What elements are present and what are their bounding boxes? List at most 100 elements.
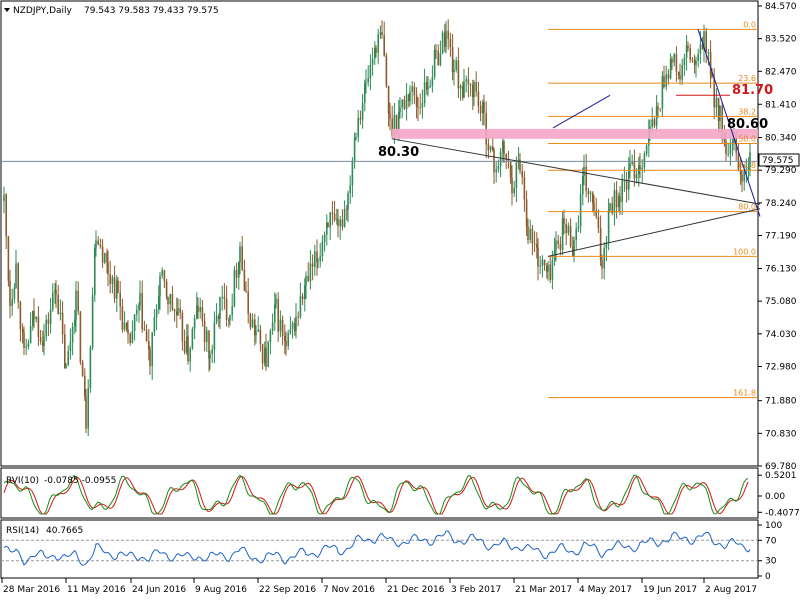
candle-body [165,281,168,298]
candle-body [353,137,356,162]
candle-body [23,332,25,348]
candle-body [385,55,388,86]
candle-body [411,86,413,92]
candle-body [495,169,497,173]
candle-body [55,289,57,295]
rsi-title: RSI(14) [6,526,39,536]
candle-body [459,86,462,89]
candle-body [419,107,421,109]
candle-body [613,190,616,214]
candle-body [257,329,259,332]
candle-body [511,177,513,194]
price-tick-label: 75.080 [765,297,797,307]
candle-body [323,234,326,242]
time-tick-label: 2 Aug 2017 [705,585,757,595]
candle-body [567,225,570,234]
time-tick-label: 4 May 2017 [579,585,632,595]
candle-body [371,58,374,65]
candle-body [651,119,653,127]
candle-body [549,264,551,280]
candle-body [11,299,13,307]
candle-body [299,296,302,317]
current-price-label: 79.575 [762,156,794,166]
candle-body [59,312,62,315]
candle-body [171,294,174,310]
candle-body [21,328,24,333]
candle-body [715,97,718,108]
candle-body [635,174,638,179]
candle-body [259,329,262,345]
candle-body [343,208,346,227]
annotation-81-70: 81.70 [732,83,773,98]
candle-body [563,218,565,224]
candle-body [717,97,720,121]
candle-body [35,316,37,320]
candle-body [65,364,67,368]
candle-body [555,240,557,251]
candle-body [547,264,549,272]
candle-body [69,342,72,352]
symbol-label: NZDJPY,Daily [13,6,73,16]
candle-body [155,308,158,318]
candle-body [339,219,341,227]
candle-body [573,240,575,256]
candle-body [189,348,191,362]
rvi-values: -0.0785 -0.0955 [44,476,116,486]
candle-body [527,226,529,240]
candle-body [365,82,367,84]
candle-body [593,202,595,211]
price-tick-label: 74.030 [765,330,797,340]
candle-body [719,105,721,121]
rsi-tick-label: 100 [765,521,782,531]
candle-body [489,146,492,151]
candle-body [113,277,116,299]
candle-body [351,161,354,186]
candle-body [592,192,594,203]
time-tick-label: 24 Jun 2016 [132,585,186,595]
candle-body [709,52,712,76]
price-tick-label: 70.830 [765,429,797,439]
candle-body [25,346,27,348]
candle-body [523,177,526,200]
candle-body [575,228,577,241]
candle-body [439,53,442,65]
candle-body [201,307,204,321]
candle-body [37,316,40,338]
candle-body [621,180,623,203]
candle-body [465,79,467,82]
candle-body [398,112,400,130]
candle-body [387,85,390,114]
candle-body [367,78,369,83]
candle-body [243,269,246,291]
candle-body [341,219,344,227]
candle-body [149,349,151,367]
candle-body [423,82,426,103]
candle-body [291,322,294,330]
candle-body [181,312,184,341]
candle-body [321,241,324,257]
candle-body [431,77,434,86]
candle-body [329,212,331,228]
candle-body [427,87,429,90]
candle-body [203,320,206,342]
candle-body [693,59,696,65]
price-tick-label: 82.470 [765,67,797,77]
rvi-tick-label: 0.5201 [765,471,797,481]
candle-body [239,246,241,263]
candle-body [279,319,282,332]
candle-body [167,297,169,305]
candle-body [463,81,465,98]
candle-body [295,316,297,331]
fib-level-label: 50.0 [738,134,756,143]
candle-body [477,91,480,106]
candle-body [277,298,279,332]
candle-body [551,260,554,280]
candle-body [399,107,401,113]
candle-body [377,34,379,53]
candle-body [679,75,681,80]
candle-body [211,349,213,354]
candle-body [104,253,106,263]
candle-body [269,331,272,342]
candle-body [301,296,304,300]
candle-body [579,194,582,227]
